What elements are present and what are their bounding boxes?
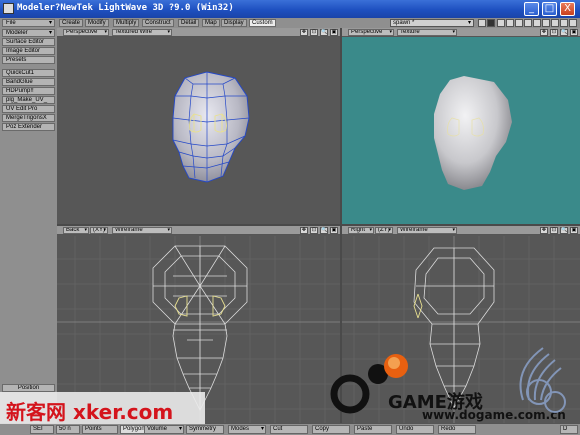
layer-icon-11[interactable] [569,19,577,27]
zoom-view-icon[interactable]: 🔍 [560,227,568,234]
rotate-view-icon[interactable]: ⊡ [550,29,558,36]
view-axes-select[interactable]: (ZY) [375,227,393,234]
layer-icon-5[interactable] [515,19,523,27]
viewport-header: Perspective Texture ✥ ⊡ 🔍 ▣ [342,28,580,37]
cut-button[interactable]: Cut [270,425,308,434]
tab-custom[interactable]: Custom [249,19,276,27]
maximize-view-icon[interactable]: ▣ [570,227,578,234]
view-type-select[interactable]: Perspective [63,29,109,36]
maximize-view-icon[interactable]: ▣ [330,227,338,234]
copy-button[interactable]: Copy [312,425,350,434]
redo-button[interactable]: Redo [438,425,476,434]
zoom-view-icon[interactable]: 🔍 [320,29,328,36]
view-type-select[interactable]: Right [348,227,374,234]
layer-icon-4[interactable] [506,19,514,27]
layer-icon-2[interactable] [487,19,495,27]
minimize-button[interactable]: _ [524,2,539,16]
viewport-canvas[interactable] [342,38,580,224]
position-panel-label: Position [2,384,55,392]
layer-icon-10[interactable] [560,19,568,27]
layer-icon-7[interactable] [533,19,541,27]
move-view-icon[interactable]: ✥ [540,227,548,234]
rotate-view-icon[interactable]: ⊡ [310,227,318,234]
undo-button[interactable]: Undo [396,425,434,434]
paste-button[interactable]: Paste [354,425,392,434]
d-button[interactable]: D [560,425,578,434]
render-mode-select[interactable]: Wireframe [397,227,457,234]
tab-detail[interactable]: Detail [178,19,200,27]
render-mode-select[interactable]: Texture [397,29,457,36]
render-mode-select[interactable]: Wireframe [112,227,172,234]
tab-modify[interactable]: Modify [85,19,109,27]
xker-watermark-text: 新客网 xker.com [6,400,174,424]
close-button[interactable]: X [560,2,575,16]
modes-select[interactable]: Modes [228,425,266,434]
surface-editor-button[interactable]: Surface Editor [2,38,55,46]
wing-emblem-icon [519,347,566,413]
viewport-header: Back (XY) Wireframe ✥ ⊡ 🔍 ▣ [57,226,340,235]
layer-icon-8[interactable] [542,19,550,27]
file-menu[interactable]: File [2,19,55,27]
window-title: Modeler?NewTek LightWave 3D ?9.0 (Win32) [17,3,234,13]
rotate-view-icon[interactable]: ⊡ [310,29,318,36]
maximize-view-icon[interactable]: ▣ [330,29,338,36]
plugin-uv-edit-pro-button[interactable]: UV Edit Pro [2,105,55,113]
plugin-bandglue-button[interactable]: BandGlue [2,78,55,86]
viewport-header: Perspective Textured Wire ✥ ⊡ 🔍 ▣ [57,28,340,37]
head-model-textured [434,76,512,190]
render-mode-select[interactable]: Textured Wire [112,29,172,36]
modeler-menu[interactable]: Modeler [2,29,55,37]
app-icon[interactable] [3,3,14,14]
layer-icon-9[interactable] [551,19,559,27]
layer-icon-1[interactable] [478,19,486,27]
bottom-left-field[interactable]: SEI [30,425,54,434]
tab-multiply[interactable]: Multiply [113,19,140,27]
view-type-select[interactable]: Perspective [348,29,394,36]
grid-size-field: 50 n [56,425,80,434]
rotate-view-icon[interactable]: ⊡ [550,227,558,234]
plugin-mergetrigons-button[interactable]: MergeTrigonsX [2,114,55,122]
tab-row: Create Modify Multiply Construct Detail … [57,18,387,28]
viewport-header: Right (ZY) Wireframe ✥ ⊡ 🔍 ▣ [342,226,580,235]
left-panel: File Modeler Surface Editor Image Editor… [0,18,57,435]
view-type-select[interactable]: Back [63,227,89,234]
volume-mode-select[interactable]: Volume [144,425,184,434]
move-view-icon[interactable]: ✥ [540,29,548,36]
tab-display[interactable]: Display [221,19,247,27]
layer-toolbar: spawn * [387,18,580,28]
plugin-hdpump-button[interactable]: HDPump!! [2,87,55,95]
layer-icon-3[interactable] [497,19,505,27]
layer-icon-6[interactable] [524,19,532,27]
xker-watermark: 新客网 xker.com [0,392,205,424]
viewport-top-right[interactable]: Perspective Texture ✥ ⊡ 🔍 ▣ [342,28,580,224]
move-view-icon[interactable]: ✥ [300,227,308,234]
points-mode-button[interactable]: Points [82,425,118,434]
view-axes-select[interactable]: (XY) [90,227,108,234]
tab-map[interactable]: Map [202,19,220,27]
tab-create[interactable]: Create [59,19,84,27]
head-model-textured-wire [172,71,250,183]
zoom-view-icon[interactable]: 🔍 [320,227,328,234]
viewport-canvas[interactable] [57,38,340,224]
tab-construct[interactable]: Construct [142,19,174,27]
plugin-quickcut-button[interactable]: QuickCut1 [2,69,55,77]
viewport-top-left[interactable]: Perspective Textured Wire ✥ ⊡ 🔍 ▣ [57,28,340,224]
symmetry-toggle[interactable]: Symmetry [186,425,224,434]
zoom-view-icon[interactable]: 🔍 [560,29,568,36]
plugin-make-uv-button[interactable]: plg_Make_UV_ [2,96,55,104]
layer-select[interactable]: spawn * [390,19,474,27]
maximize-view-icon[interactable]: ▣ [570,29,578,36]
image-editor-button[interactable]: Image Editor [2,47,55,55]
title-bar: Modeler?NewTek LightWave 3D ?9.0 (Win32)… [0,0,580,18]
presets-button[interactable]: Presets [2,56,55,64]
plugin-poz-extender-button[interactable]: Poz Extender [2,123,55,131]
move-view-icon[interactable]: ✥ [300,29,308,36]
maximize-button[interactable]: □ [542,2,557,16]
